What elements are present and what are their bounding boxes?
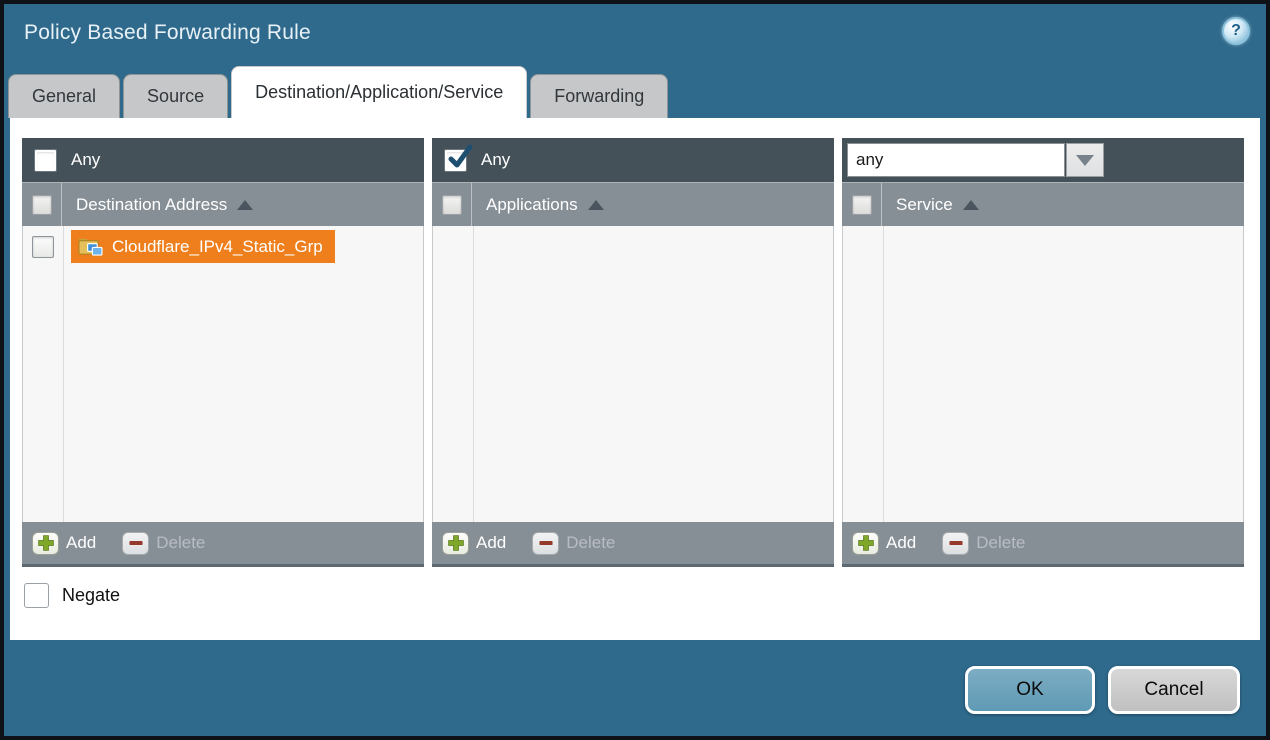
destination-select-all-checkbox[interactable] (32, 195, 52, 215)
service-list (842, 226, 1244, 522)
applications-select-all-checkbox[interactable] (442, 195, 462, 215)
destination-address-column: Any Destination Address (22, 138, 424, 567)
service-dropdown[interactable] (847, 143, 1104, 177)
minus-icon (942, 532, 969, 555)
address-group-icon (78, 236, 103, 257)
service-any-bar (842, 138, 1244, 182)
service-delete-button[interactable]: Delete (942, 532, 1025, 555)
tab-source[interactable]: Source (123, 74, 228, 118)
applications-delete-button[interactable]: Delete (532, 532, 615, 555)
column-header-label: Service (896, 195, 953, 215)
sort-asc-icon (963, 200, 979, 210)
row-checkbox-lane (23, 236, 63, 258)
applications-any-checkbox[interactable] (444, 149, 467, 172)
column-header-label: Destination Address (76, 195, 227, 215)
applications-any-bar: Any (432, 138, 834, 182)
ok-label: OK (1016, 679, 1043, 701)
add-label: Add (886, 533, 916, 553)
sort-asc-icon (237, 200, 253, 210)
tab-label: General (32, 86, 96, 107)
negate-label: Negate (62, 585, 120, 606)
destination-delete-button[interactable]: Delete (122, 532, 205, 555)
negate-checkbox[interactable] (24, 583, 49, 608)
ok-button[interactable]: OK (965, 666, 1095, 714)
service-add-button[interactable]: Add (852, 532, 916, 555)
service-column: Service Add (842, 138, 1244, 567)
service-dropdown-input[interactable] (847, 143, 1065, 177)
service-header[interactable]: Service (842, 182, 1244, 226)
dialog-button-row: OK Cancel (965, 666, 1240, 714)
address-group-entry[interactable]: Cloudflare_IPv4_Static_Grp (71, 230, 335, 263)
applications-add-button[interactable]: Add (442, 532, 506, 555)
applications-header[interactable]: Applications (432, 182, 834, 226)
tab-content: Any Destination Address (10, 118, 1260, 640)
destination-address-header[interactable]: Destination Address (22, 182, 424, 226)
tab-label: Source (147, 86, 204, 107)
delete-label: Delete (566, 533, 615, 553)
tab-forwarding[interactable]: Forwarding (530, 74, 668, 118)
help-icon[interactable]: ? (1222, 17, 1250, 45)
destination-add-button[interactable]: Add (32, 532, 96, 555)
policy-based-forwarding-dialog: Policy Based Forwarding Rule ? General S… (4, 4, 1266, 736)
service-select-all-checkbox[interactable] (852, 195, 872, 215)
delete-label: Delete (156, 533, 205, 553)
chevron-down-icon (1076, 155, 1094, 166)
plus-icon (442, 532, 469, 555)
destination-any-checkbox[interactable] (34, 149, 57, 172)
add-label: Add (476, 533, 506, 553)
destination-any-label: Any (71, 150, 100, 170)
minus-icon (532, 532, 559, 555)
cancel-button[interactable]: Cancel (1108, 666, 1240, 714)
service-footer: Add Delete (842, 522, 1244, 564)
tab-label: Forwarding (554, 86, 644, 107)
row-checkbox[interactable] (32, 236, 54, 258)
plus-icon (852, 532, 879, 555)
applications-column: Any Applications (432, 138, 834, 567)
plus-icon (32, 532, 59, 555)
titlebar: Policy Based Forwarding Rule (4, 4, 1266, 62)
header-checkbox-lane (22, 183, 62, 226)
dialog-title: Policy Based Forwarding Rule (24, 21, 311, 45)
address-group-label: Cloudflare_IPv4_Static_Grp (112, 237, 323, 257)
negate-row: Negate (24, 583, 1260, 608)
check-icon (446, 144, 473, 170)
add-label: Add (66, 533, 96, 553)
help-glyph: ? (1231, 22, 1241, 40)
header-checkbox-lane (842, 183, 882, 226)
list-item: Cloudflare_IPv4_Static_Grp (23, 226, 423, 267)
service-dropdown-button[interactable] (1066, 143, 1104, 177)
applications-footer: Add Delete (432, 522, 834, 564)
destination-address-list: Cloudflare_IPv4_Static_Grp (22, 226, 424, 522)
applications-any-label: Any (481, 150, 510, 170)
cancel-label: Cancel (1144, 679, 1203, 701)
columns-container: Any Destination Address (22, 138, 1244, 567)
tab-label: Destination/Application/Service (255, 82, 503, 103)
tab-bar: General Source Destination/Application/S… (8, 62, 1266, 118)
sort-asc-icon (588, 200, 604, 210)
destination-any-bar: Any (22, 138, 424, 182)
applications-list (432, 226, 834, 522)
tab-general[interactable]: General (8, 74, 120, 118)
tab-destination-application-service[interactable]: Destination/Application/Service (231, 66, 527, 118)
column-header-label: Applications (486, 195, 578, 215)
minus-icon (122, 532, 149, 555)
delete-label: Delete (976, 533, 1025, 553)
dialog-frame: Policy Based Forwarding Rule ? General S… (0, 0, 1270, 740)
header-checkbox-lane (432, 183, 472, 226)
destination-footer: Add Delete (22, 522, 424, 564)
